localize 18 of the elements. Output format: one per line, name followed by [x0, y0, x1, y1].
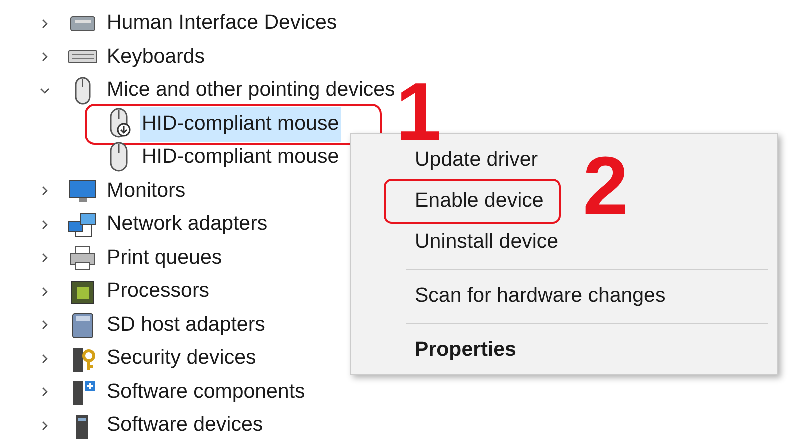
tree-item[interactable]: Monitors — [107, 176, 186, 207]
step-number: 2 — [583, 146, 629, 228]
menu-item[interactable]: Update driver — [415, 145, 538, 176]
tree-item[interactable]: SD host adapters — [107, 310, 266, 341]
tree-item[interactable]: Human Interface Devices — [107, 8, 338, 40]
tree-item[interactable]: Print queues — [107, 242, 222, 274]
tree-item[interactable]: Security devices — [107, 343, 256, 374]
tree-item[interactable]: HID-compliant mouse — [140, 140, 342, 176]
tree-item[interactable]: Mice and other pointing devices — [107, 75, 396, 106]
tree-item[interactable]: Network adapters — [107, 209, 268, 240]
menu-item[interactable]: Enable device — [415, 186, 544, 217]
menu-item[interactable]: Properties — [415, 335, 516, 366]
tree-item[interactable]: Processors — [107, 276, 210, 308]
tree-item[interactable]: Keyboards — [107, 42, 206, 73]
menu-item[interactable]: Scan for hardware changes — [415, 281, 666, 312]
menu-item[interactable]: Uninstall device — [415, 227, 559, 258]
tree-item[interactable]: Software devices — [107, 410, 264, 442]
tree-item[interactable]: Software components — [107, 376, 306, 408]
